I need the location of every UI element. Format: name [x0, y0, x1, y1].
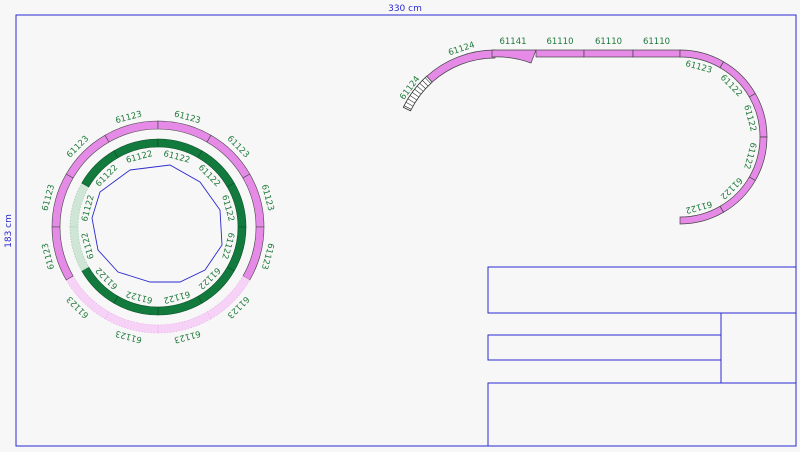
upper-track-group[interactable]: 6112461124 61141 61110 61110 611106112361122…	[398, 37, 768, 225]
upper-straight-track-piece[interactable]	[632, 49, 681, 58]
panel-box-right[interactable]	[720, 312, 797, 384]
upper-track-piece[interactable]	[491, 49, 537, 64]
circle-outer-track-piece[interactable]	[104, 120, 159, 143]
upper-track-label: 61110	[643, 37, 670, 47]
board-height-label: 183 cm	[4, 214, 14, 248]
circle-outer-track-piece[interactable]	[51, 173, 74, 228]
upper-track-label: 61110	[595, 37, 622, 47]
upper-straight-track-piece[interactable]	[535, 49, 585, 58]
circle-outer-track-piece[interactable]	[242, 226, 265, 281]
upper-track-label: 61110	[546, 37, 573, 47]
board-width-label: 330 cm	[388, 4, 422, 14]
upper-track-label: 61141	[499, 37, 526, 47]
board-outline	[15, 14, 797, 447]
panel-box-top[interactable]	[487, 266, 797, 314]
inner-terrain-outline	[91, 164, 223, 283]
track-layout-canvas[interactable]: 330 cm 183 cm 611236112361123 61123611236…	[0, 0, 800, 452]
circle-outer-track-piece[interactable]	[51, 226, 74, 281]
circle-track-group[interactable]: 611236112361123 6112361123611236112361123…	[41, 110, 276, 345]
circle-outer-track-piece[interactable]	[157, 120, 212, 143]
panel-box-bottom[interactable]	[487, 382, 797, 447]
panel-box-middle[interactable]	[487, 334, 722, 361]
circle-outer-track-piece[interactable]	[157, 311, 212, 334]
circle-outer-track-piece[interactable]	[242, 173, 265, 228]
circle-outer-track-piece[interactable]	[104, 311, 159, 334]
upper-straight-track-piece[interactable]	[583, 49, 634, 58]
upper-track-piece[interactable]	[426, 49, 496, 83]
